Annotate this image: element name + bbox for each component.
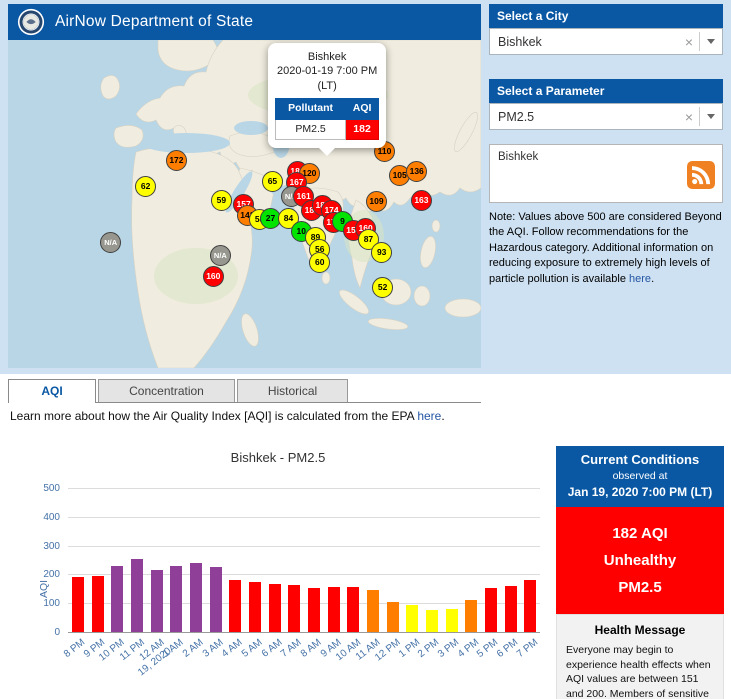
aqi-marker[interactable]: 62 [135,176,156,197]
current-conditions-panel: Current Conditions observed at Jan 19, 2… [556,446,724,699]
aqi-marker[interactable]: 93 [371,242,392,263]
sidebar-note-text: Note: Values above 500 are considered Be… [489,211,722,285]
popup-datetime: 2020-01-19 7:00 PM (LT) [275,64,379,93]
aqi-pollutant: PM2.5 [560,574,720,601]
city-dropdown-button[interactable] [700,29,722,54]
sidebar-note: Note: Values above 500 are considered Be… [489,210,723,287]
observed-at-datetime: Jan 19, 2020 7:00 PM (LT) [560,485,720,499]
learn-more-period: . [441,409,444,423]
aqi-value: 182 AQI [560,520,720,547]
city-select-value: Bishkek [498,35,542,49]
chevron-down-icon [707,114,715,119]
learn-more-link[interactable]: here [417,409,441,423]
aqi-marker[interactable]: 52 [372,277,393,298]
popup-col-aqi: AQI [346,98,379,119]
map-popup: Bishkek 2020-01-19 7:00 PM (LT) Pollutan… [268,43,386,148]
health-message-title: Health Message [566,623,714,637]
chart-bar[interactable] [347,587,359,633]
y-tick-label: 200 [24,569,60,580]
chart-bar[interactable] [131,559,143,632]
chart-bar[interactable] [72,577,84,632]
chart-title: Bishkek - PM2.5 [8,450,548,465]
aqi-marker[interactable]: 109 [366,191,387,212]
chart-bar[interactable] [387,602,399,632]
chart-bar[interactable] [92,576,104,632]
select-parameter-header: Select a Parameter [489,79,723,103]
city-select[interactable]: Bishkek × [489,28,723,55]
chart-bar[interactable] [465,600,477,632]
aqi-marker[interactable]: 136 [406,161,427,182]
aqi-marker[interactable]: 163 [411,190,432,211]
current-conditions-header: Current Conditions observed at Jan 19, 2… [556,446,724,507]
current-conditions-title: Current Conditions [560,452,720,467]
aqi-marker[interactable]: N/A [210,245,231,266]
sidebar: Select a City Bishkek × Select a Paramet… [489,4,723,287]
popup-aqi-table: Pollutant AQI PM2.5 182 [275,98,379,140]
popup-city: Bishkek [275,50,379,64]
y-tick-label: 100 [24,598,60,609]
chart-bar[interactable] [485,588,497,632]
aqi-bar-chart: Bishkek - PM2.5 AQI 0100200300400500 8 P… [8,438,548,699]
page-title: AirNow Department of State [55,13,253,31]
tab-aqi[interactable]: AQI [8,379,96,403]
chart-bar[interactable] [111,566,123,632]
popup-col-pollutant: Pollutant [276,98,346,119]
rss-icon[interactable] [687,161,715,189]
tab-bar: AQI Concentration Historical [8,379,481,403]
popup-pollutant-value: PM2.5 [276,119,346,140]
app-header: AirNow Department of State [8,4,481,40]
learn-more-line: Learn more about how the Air Quality Ind… [10,409,445,423]
y-tick-label: 0 [24,627,60,638]
chart-bar[interactable] [229,580,241,632]
tab-historical[interactable]: Historical [237,379,348,402]
chart-bar[interactable] [328,587,340,633]
y-tick-label: 400 [24,512,60,523]
aqi-marker[interactable]: 172 [166,150,187,171]
chart-y-axis: 0100200300400500 [24,488,64,633]
aqi-marker[interactable]: 59 [211,190,232,211]
aqi-marker[interactable]: 160 [203,266,224,287]
aqi-category: Unhealthy [560,547,720,574]
parameter-clear-icon[interactable]: × [679,109,699,125]
city-feed-box: Bishkek [489,144,723,203]
chart-x-axis: 8 PM9 PM10 PM11 PM12 AM19, 20201 AM2 AM3… [68,635,540,697]
health-message-body: Everyone may begin to experience health … [566,643,714,699]
chart-bar[interactable] [426,610,438,632]
tab-concentration[interactable]: Concentration [98,379,235,402]
chart-bar[interactable] [170,566,182,632]
feed-city-label: Bishkek [498,151,538,163]
page: AirNow Department of State [0,0,731,699]
chart-bar[interactable] [269,584,281,632]
observed-at-label: observed at [560,470,720,482]
chart-bar[interactable] [505,586,517,632]
chart-bar[interactable] [446,609,458,632]
chart-bar[interactable] [288,585,300,632]
chart-bar[interactable] [151,570,163,632]
health-message-box: Health Message Everyone may begin to exp… [556,614,724,699]
aqi-value-block: 182 AQI Unhealthy PM2.5 [556,507,724,614]
popup-aqi-value: 182 [346,119,379,140]
parameter-select-value: PM2.5 [498,110,534,124]
chart-bar[interactable] [190,563,202,632]
chart-bar[interactable] [210,567,222,632]
chart-bar[interactable] [524,580,536,632]
y-tick-label: 300 [24,541,60,552]
y-tick-label: 500 [24,483,60,494]
learn-more-text: Learn more about how the Air Quality Ind… [10,409,417,423]
parameter-select[interactable]: PM2.5 × [489,103,723,130]
dos-seal-logo [17,8,45,36]
chart-plot [68,488,540,633]
chevron-down-icon [707,39,715,44]
chart-bar[interactable] [249,582,261,632]
chart-bar[interactable] [367,590,379,632]
sidebar-note-period: . [651,273,654,285]
city-clear-icon[interactable]: × [679,34,699,50]
chart-bar[interactable] [308,588,320,632]
parameter-dropdown-button[interactable] [700,104,722,129]
world-aqi-map[interactable]: 17262591571435827658410895660181120167N/… [8,40,481,368]
chart-bar[interactable] [406,605,418,632]
aqi-marker[interactable]: 65 [262,171,283,192]
sidebar-note-link[interactable]: here [629,273,651,285]
select-city-header: Select a City [489,4,723,28]
